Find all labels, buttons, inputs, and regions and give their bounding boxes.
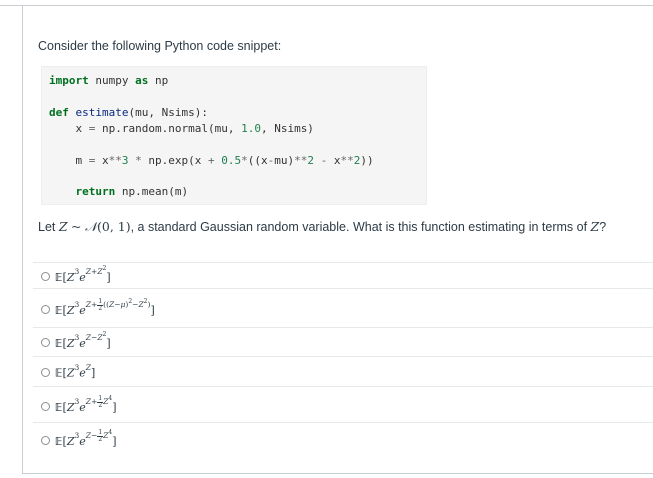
radio-button[interactable] (41, 401, 50, 411)
code-line-4: m = x**3 * np.exp(x + 0.5*((x-mu)**2 - x… (49, 154, 374, 167)
code-line-2: def estimate(mu, Nsims): (49, 106, 208, 119)
answer-divider (33, 386, 653, 387)
answer-option-4[interactable]: 𝔼[Z3eZ] (41, 361, 95, 383)
answer-option-2[interactable]: 𝔼[Z3eZ+ 1 2 ((Z−μ)2−Z2)] (41, 298, 155, 320)
code-line-3: x = np.random.normal(mu, 1.0, Nsims) (49, 122, 314, 135)
answer-expression: 𝔼[Z3eZ+ 1 2 ((Z−μ)2−Z2)] (55, 297, 155, 318)
answer-divider (33, 422, 653, 423)
answer-expression: 𝔼[Z3eZ−Z2] (55, 330, 111, 351)
answer-expression: 𝔼[Z3eZ+Z2] (55, 264, 111, 285)
distribution-notation: Z (58, 219, 68, 234)
question-prompt: Consider the following Python code snipp… (38, 39, 282, 53)
code-line-5: return np.mean(m) (75, 185, 189, 198)
answer-divider (33, 262, 653, 263)
answer-expression: 𝔼[Z3eZ− 1 2 Z4] (55, 428, 117, 449)
code-line-1: import numpy as np (49, 74, 169, 87)
radio-button[interactable] (41, 435, 50, 445)
answer-divider (33, 327, 653, 328)
answer-expression: 𝔼[Z3eZ] (55, 362, 96, 380)
answer-divider (33, 288, 653, 289)
answer-option-3[interactable]: 𝔼[Z3eZ−Z2] (41, 331, 111, 353)
radio-button[interactable] (41, 337, 50, 347)
answer-option-5[interactable]: 𝔼[Z3eZ+ 1 2 Z4] (41, 395, 116, 417)
radio-button[interactable] (41, 304, 50, 314)
answer-expression: 𝔼[Z3eZ+ 1 2 Z4] (55, 394, 117, 415)
answer-divider (33, 356, 653, 357)
answer-option-1[interactable]: 𝔼[Z3eZ+Z2] (41, 265, 111, 287)
answer-option-6[interactable]: 𝔼[Z3eZ− 1 2 Z4] (41, 429, 116, 451)
code-snippet: import numpy as np def estimate(mu, Nsim… (41, 66, 427, 205)
radio-button[interactable] (41, 367, 50, 377)
question-text: Let Z ~ 𝒩(0, 1), a standard Gaussian ran… (38, 219, 607, 234)
radio-button[interactable] (41, 271, 50, 281)
question-card: Consider the following Python code snipp… (22, 6, 653, 474)
